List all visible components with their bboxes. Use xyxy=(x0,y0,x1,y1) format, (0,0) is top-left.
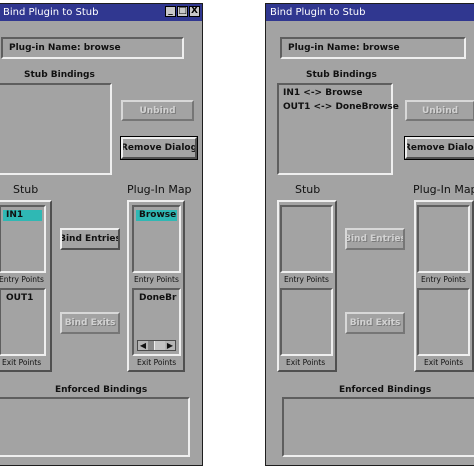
plugin-name-field: Plug-in Name: browse xyxy=(1,37,184,59)
stub-exit-item[interactable] xyxy=(284,293,329,304)
minimize-button[interactable]: _ xyxy=(165,6,176,17)
stub-label: Stub xyxy=(13,183,39,196)
plugin-entry-item[interactable] xyxy=(421,210,466,221)
window-title: Bind Plugin to Stub xyxy=(3,7,99,18)
unbind-button[interactable]: Unbind xyxy=(405,100,474,121)
bind-plugin-window-right: Bind Plugin to Stub Plug-in Name: browse… xyxy=(265,3,474,466)
remove-dialog-button[interactable]: Remove Dialog xyxy=(404,136,474,160)
enforced-bindings-list[interactable] xyxy=(282,397,474,457)
plugin-entry-item[interactable]: Browse xyxy=(136,210,177,221)
scroll-right-icon[interactable]: ▶ xyxy=(165,341,175,350)
plugin-exit-list[interactable] xyxy=(417,288,470,356)
stub-exit-item[interactable]: OUT1 xyxy=(3,293,42,304)
bind-entries-button[interactable]: Bind Entries xyxy=(345,228,405,250)
stub-entry-points-label: Entry Points xyxy=(0,275,44,284)
plugin-exit-points-label: Exit Points xyxy=(137,358,177,367)
stub-bindings-label: Stub Bindings xyxy=(24,70,95,80)
enforced-bindings-label: Enforced Bindings xyxy=(55,385,148,395)
bind-plugin-window-left: Bind Plugin to Stub _ □ X Plug-in Name: … xyxy=(0,3,203,466)
stub-bindings-list[interactable] xyxy=(0,83,112,175)
scroll-left-icon[interactable]: ◀ xyxy=(138,341,148,350)
stub-label: Stub xyxy=(295,183,321,196)
maximize-button[interactable]: □ xyxy=(177,6,188,17)
plugin-entry-points-label: Entry Points xyxy=(134,275,179,284)
plugin-map-label: Plug-In Map xyxy=(413,183,474,196)
plugin-name-field: Plug-in Name: browse xyxy=(280,37,466,59)
plugin-exit-item[interactable] xyxy=(421,293,466,304)
horizontal-scrollbar[interactable]: ◀ ▶ xyxy=(137,340,176,351)
enforced-bindings-list[interactable] xyxy=(0,397,190,457)
plugin-map-label: Plug-In Map xyxy=(127,183,192,196)
stub-entry-item[interactable] xyxy=(284,210,329,221)
title-bar[interactable]: Bind Plugin to Stub _ □ X xyxy=(0,4,202,21)
stub-exit-list[interactable]: OUT1 xyxy=(0,288,46,356)
window-title: Bind Plugin to Stub xyxy=(270,7,366,18)
enforced-bindings-label: Enforced Bindings xyxy=(339,385,432,395)
stub-binding-item[interactable] xyxy=(0,91,110,94)
bind-exits-button[interactable]: Bind Exits xyxy=(345,312,405,334)
plugin-exit-list[interactable]: DoneBrow ◀ ▶ xyxy=(132,288,181,356)
unbind-button[interactable]: Unbind xyxy=(121,100,194,121)
stub-bindings-list[interactable]: IN1 <-> Browse OUT1 <-> DoneBrowse xyxy=(277,83,399,175)
plugin-name-text: Plug-in Name: browse xyxy=(9,43,121,53)
stub-entry-list[interactable] xyxy=(280,205,333,273)
remove-dialog-button[interactable]: Remove Dialog xyxy=(120,136,198,160)
plugin-entry-list[interactable] xyxy=(417,205,470,273)
plugin-entry-list[interactable]: Browse xyxy=(132,205,181,273)
stub-bindings-label: Stub Bindings xyxy=(306,70,377,80)
plugin-exit-points-label: Exit Points xyxy=(424,358,464,367)
plugin-name-text: Plug-in Name: browse xyxy=(288,43,400,53)
stub-entry-list[interactable]: IN1 xyxy=(0,205,46,273)
stub-exit-list[interactable] xyxy=(280,288,333,356)
plugin-entry-points-label: Entry Points xyxy=(421,275,466,284)
stub-binding-item[interactable]: OUT1 <-> DoneBrowse xyxy=(279,102,399,116)
bind-entries-button[interactable]: Bind Entries xyxy=(60,228,120,250)
bind-exits-button[interactable]: Bind Exits xyxy=(60,312,120,334)
stub-binding-item[interactable]: IN1 <-> Browse xyxy=(279,85,391,102)
stub-exit-points-label: Exit Points xyxy=(2,358,42,367)
plugin-exit-item[interactable]: DoneBrow xyxy=(136,293,177,304)
close-button[interactable]: X xyxy=(189,6,200,17)
title-bar[interactable]: Bind Plugin to Stub xyxy=(266,4,474,21)
stub-entry-item[interactable]: IN1 xyxy=(3,210,42,221)
stub-exit-points-label: Exit Points xyxy=(286,358,326,367)
stub-entry-points-label: Entry Points xyxy=(284,275,329,284)
